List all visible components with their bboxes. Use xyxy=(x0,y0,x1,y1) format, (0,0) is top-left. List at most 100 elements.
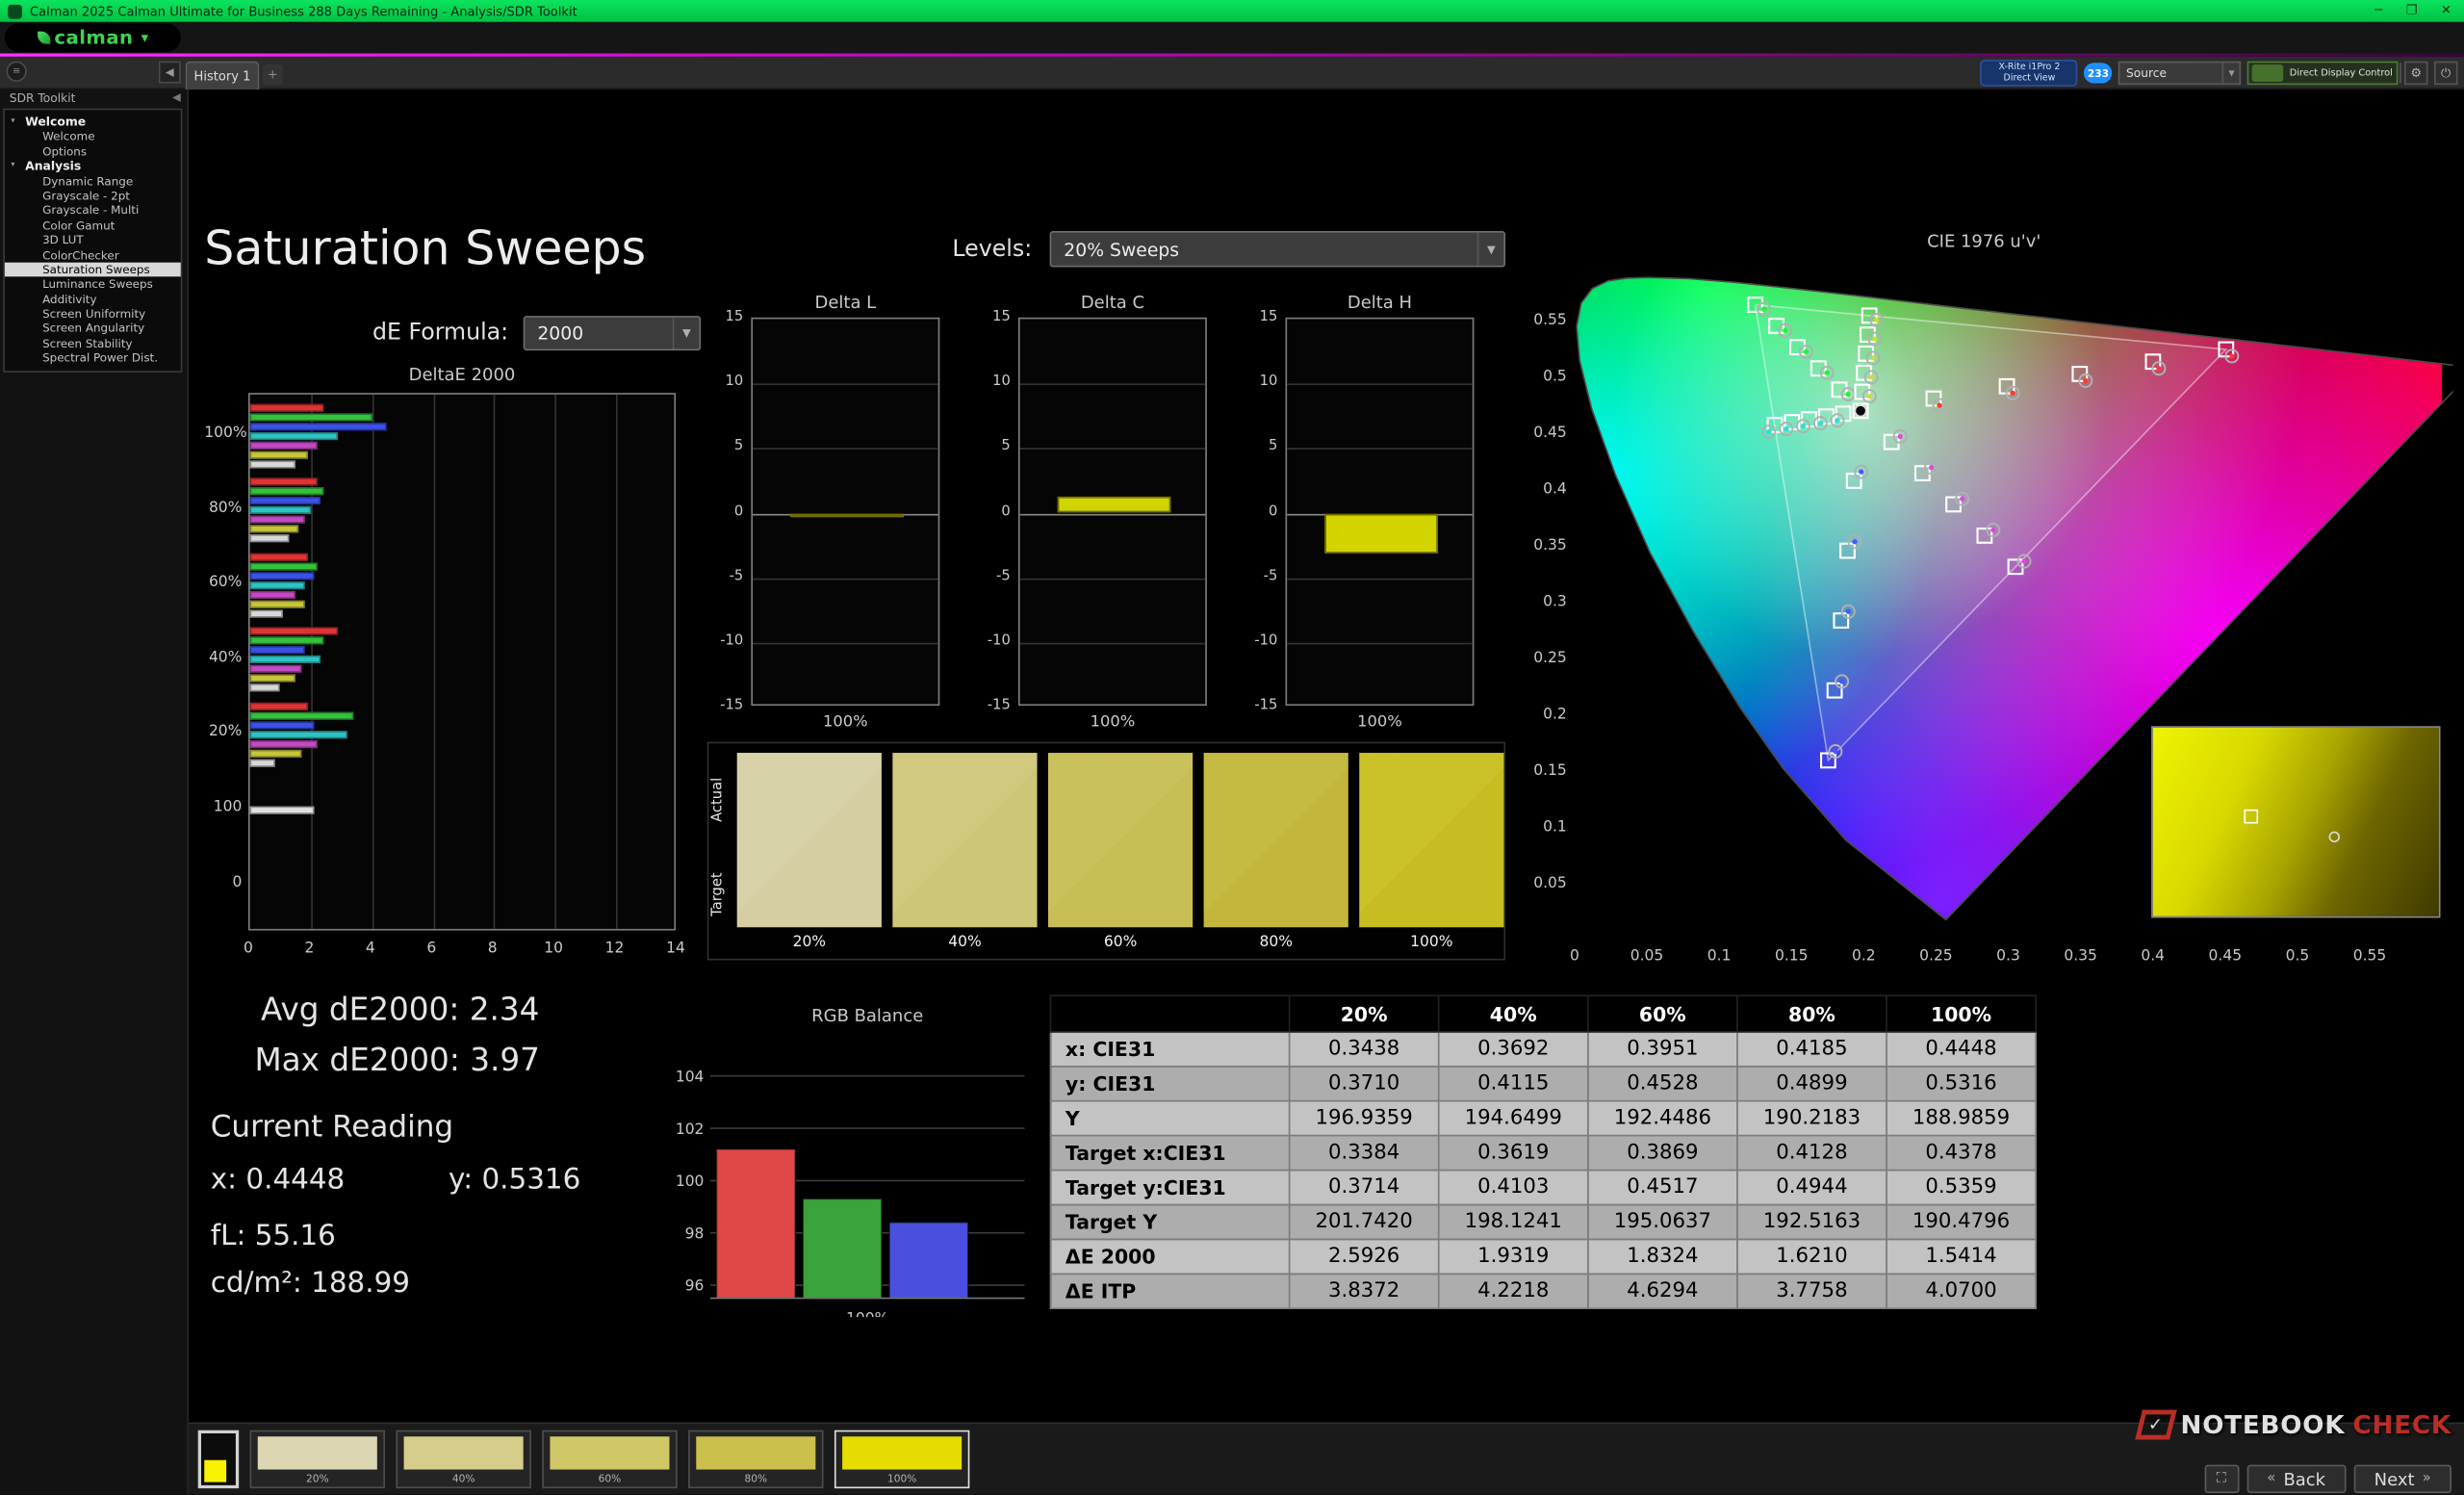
chevron-down-icon: ▼ xyxy=(2221,63,2240,84)
table-header-row: 20% 40% 60% 80% 100% xyxy=(1049,994,2037,1033)
delta-h-plot xyxy=(1285,317,1475,707)
deltae-bar xyxy=(249,487,323,496)
fullscreen-icon[interactable]: ⛶ xyxy=(2203,1464,2239,1494)
de-formula-label: dE Formula: xyxy=(372,321,509,347)
filmstrip-slide-100[interactable]: 100% xyxy=(834,1430,970,1489)
nav-menu-icon[interactable]: ≡ xyxy=(6,61,27,82)
sidebar-item-screen-uniformity[interactable]: Screen Uniformity xyxy=(5,306,181,321)
sidebar-item-3d-lut[interactable]: 3D LUT xyxy=(5,233,181,247)
tree-expander-icon[interactable]: ▾ xyxy=(11,115,14,129)
table-cell: 0.4448 xyxy=(1886,1031,2037,1068)
levels-dropdown[interactable]: 20% Sweeps ▼ xyxy=(1049,230,1506,268)
deltae-bar xyxy=(249,505,312,515)
next-button-label: Next xyxy=(2374,1468,2415,1489)
delta-c-xlabel: 100% xyxy=(1090,713,1136,732)
delta-c-ytick: 15 xyxy=(992,309,1011,325)
tab-history-1[interactable]: History 1 xyxy=(185,61,260,90)
source-dropdown[interactable]: Source ▼ xyxy=(2118,61,2242,86)
deltae-bar xyxy=(249,477,318,486)
deltae-bar xyxy=(249,702,308,710)
table-header-cell: 40% xyxy=(1437,994,1589,1033)
meter-selector[interactable]: X-Rite i1Pro 2 Direct View xyxy=(1980,60,2079,87)
tab-scroll-left-button[interactable]: ◀ xyxy=(158,61,181,84)
close-button[interactable]: ✕ xyxy=(2441,0,2451,22)
maximize-button[interactable]: ❒ xyxy=(2406,0,2418,22)
deltae-bar xyxy=(249,412,372,421)
cie-ytick: 0.15 xyxy=(1533,761,1567,779)
current-fl: fL: 55.16 xyxy=(210,1219,336,1253)
deltae-bar xyxy=(249,656,321,664)
de-formula-dropdown[interactable]: 2000 ▼ xyxy=(523,316,702,351)
next-button[interactable]: Next » xyxy=(2353,1464,2451,1494)
swatch-100: 100% xyxy=(1359,753,1504,951)
cie-measured-dot xyxy=(1852,539,1858,545)
cie-measured-dot xyxy=(1833,748,1838,755)
table-cell: 0.4944 xyxy=(1736,1169,1887,1206)
deltae-xtick: 12 xyxy=(604,940,625,958)
deltae-ytick: 0 xyxy=(232,873,243,891)
cie-xtick: 0.5 xyxy=(2286,947,2310,965)
sidebar-item-spectral-power-dist[interactable]: Spectral Power Dist. xyxy=(5,350,181,365)
sidebar-item-screen-angularity[interactable]: Screen Angularity xyxy=(5,322,181,336)
sidebar-item-luminance-sweeps[interactable]: Luminance Sweeps xyxy=(5,277,181,292)
delta-h-xlabel: 100% xyxy=(1357,713,1402,732)
sidebar-item-additivity[interactable]: Additivity xyxy=(5,292,181,306)
swatch-actual-label: Actual xyxy=(709,778,727,823)
power-icon[interactable]: ⏻ xyxy=(2433,61,2458,86)
table-cell: 201.7420 xyxy=(1288,1203,1440,1241)
table-cell: 195.0637 xyxy=(1586,1203,1738,1241)
cie-measured-dot xyxy=(1868,374,1874,380)
delta-l-ytick: 5 xyxy=(733,438,744,455)
sidebar-collapse-icon[interactable]: ◀ xyxy=(172,91,181,104)
cie-xtick: 0.4 xyxy=(2141,947,2165,965)
sidebar-item-options[interactable]: Options xyxy=(5,144,181,159)
sidebar-section-analysis[interactable]: ▾ Analysis xyxy=(5,159,181,173)
pattern-preview-tile[interactable] xyxy=(197,1430,240,1489)
calman-menu-button[interactable]: calman ▼ xyxy=(4,23,181,52)
deltae-bar xyxy=(249,749,302,758)
sidebar-item-saturation-sweeps[interactable]: Saturation Sweeps xyxy=(4,262,181,277)
table-cell: 0.3714 xyxy=(1288,1169,1440,1206)
table-cell: 0.3438 xyxy=(1288,1031,1440,1068)
table-cell: 0.3619 xyxy=(1437,1134,1589,1172)
sidebar-item-welcome[interactable]: Welcome xyxy=(5,130,181,144)
filmstrip-slide-60[interactable]: 60% xyxy=(542,1430,678,1489)
table-row-label: Target x:CIE31 xyxy=(1049,1134,1291,1172)
current-y: y: 0.5316 xyxy=(448,1163,581,1197)
sidebar-item-dynamic-range[interactable]: Dynamic Range xyxy=(5,174,181,189)
minimize-button[interactable]: ─ xyxy=(2374,0,2382,22)
levels-value: 20% Sweeps xyxy=(1064,238,1180,261)
tree-expander-icon[interactable]: ▾ xyxy=(11,159,14,173)
filmstrip-slide-40[interactable]: 40% xyxy=(396,1430,531,1489)
filmstrip-slide-label: 40% xyxy=(451,1472,475,1485)
gear-icon[interactable]: ⚙ xyxy=(2403,61,2428,86)
sidebar-item-grayscale-2pt[interactable]: Grayscale - 2pt xyxy=(5,189,181,203)
cie-xtick: 0.15 xyxy=(1775,947,1809,965)
sidebar-item-screen-stability[interactable]: Screen Stability xyxy=(5,336,181,350)
deltae-bar xyxy=(249,450,308,458)
deltae-bar xyxy=(249,721,315,730)
filmstrip-slide-80[interactable]: 80% xyxy=(688,1430,824,1489)
chevron-left-icon: « xyxy=(2267,1471,2276,1487)
sidebar-item-grayscale-multi[interactable]: Grayscale - Multi xyxy=(5,203,181,218)
add-tab-button[interactable]: + xyxy=(262,64,283,86)
cie-ytick: 0.45 xyxy=(1533,424,1567,441)
table-cell: 0.5316 xyxy=(1886,1065,2037,1102)
back-button[interactable]: « Back xyxy=(2246,1464,2347,1494)
swatch-label: 40% xyxy=(948,933,982,951)
deltae-bar xyxy=(249,422,388,430)
meter-mode: Direct View xyxy=(2003,72,2056,83)
deltae-bar xyxy=(249,711,354,720)
sidebar-section-welcome[interactable]: ▾ Welcome xyxy=(5,115,181,129)
delta-c-ytick: 5 xyxy=(1001,438,1011,455)
cie-measured-dot xyxy=(1817,421,1824,426)
display-control-dropdown[interactable]: Direct Display Control ▼ xyxy=(2246,61,2411,86)
avg-de2000: Avg dE2000: 2.34 xyxy=(261,990,540,1028)
sidebar-item-color-gamut[interactable]: Color Gamut xyxy=(5,219,181,233)
filmstrip-slide-20[interactable]: 20% xyxy=(249,1430,385,1489)
deltae-ytick: 40% xyxy=(208,648,243,666)
delta-l-ytick: -5 xyxy=(729,568,744,584)
display-control-value: Direct Display Control xyxy=(2289,67,2393,79)
sidebar-item-colorchecker[interactable]: ColorChecker xyxy=(5,247,181,262)
delta-h-title: Delta H xyxy=(1347,292,1413,313)
